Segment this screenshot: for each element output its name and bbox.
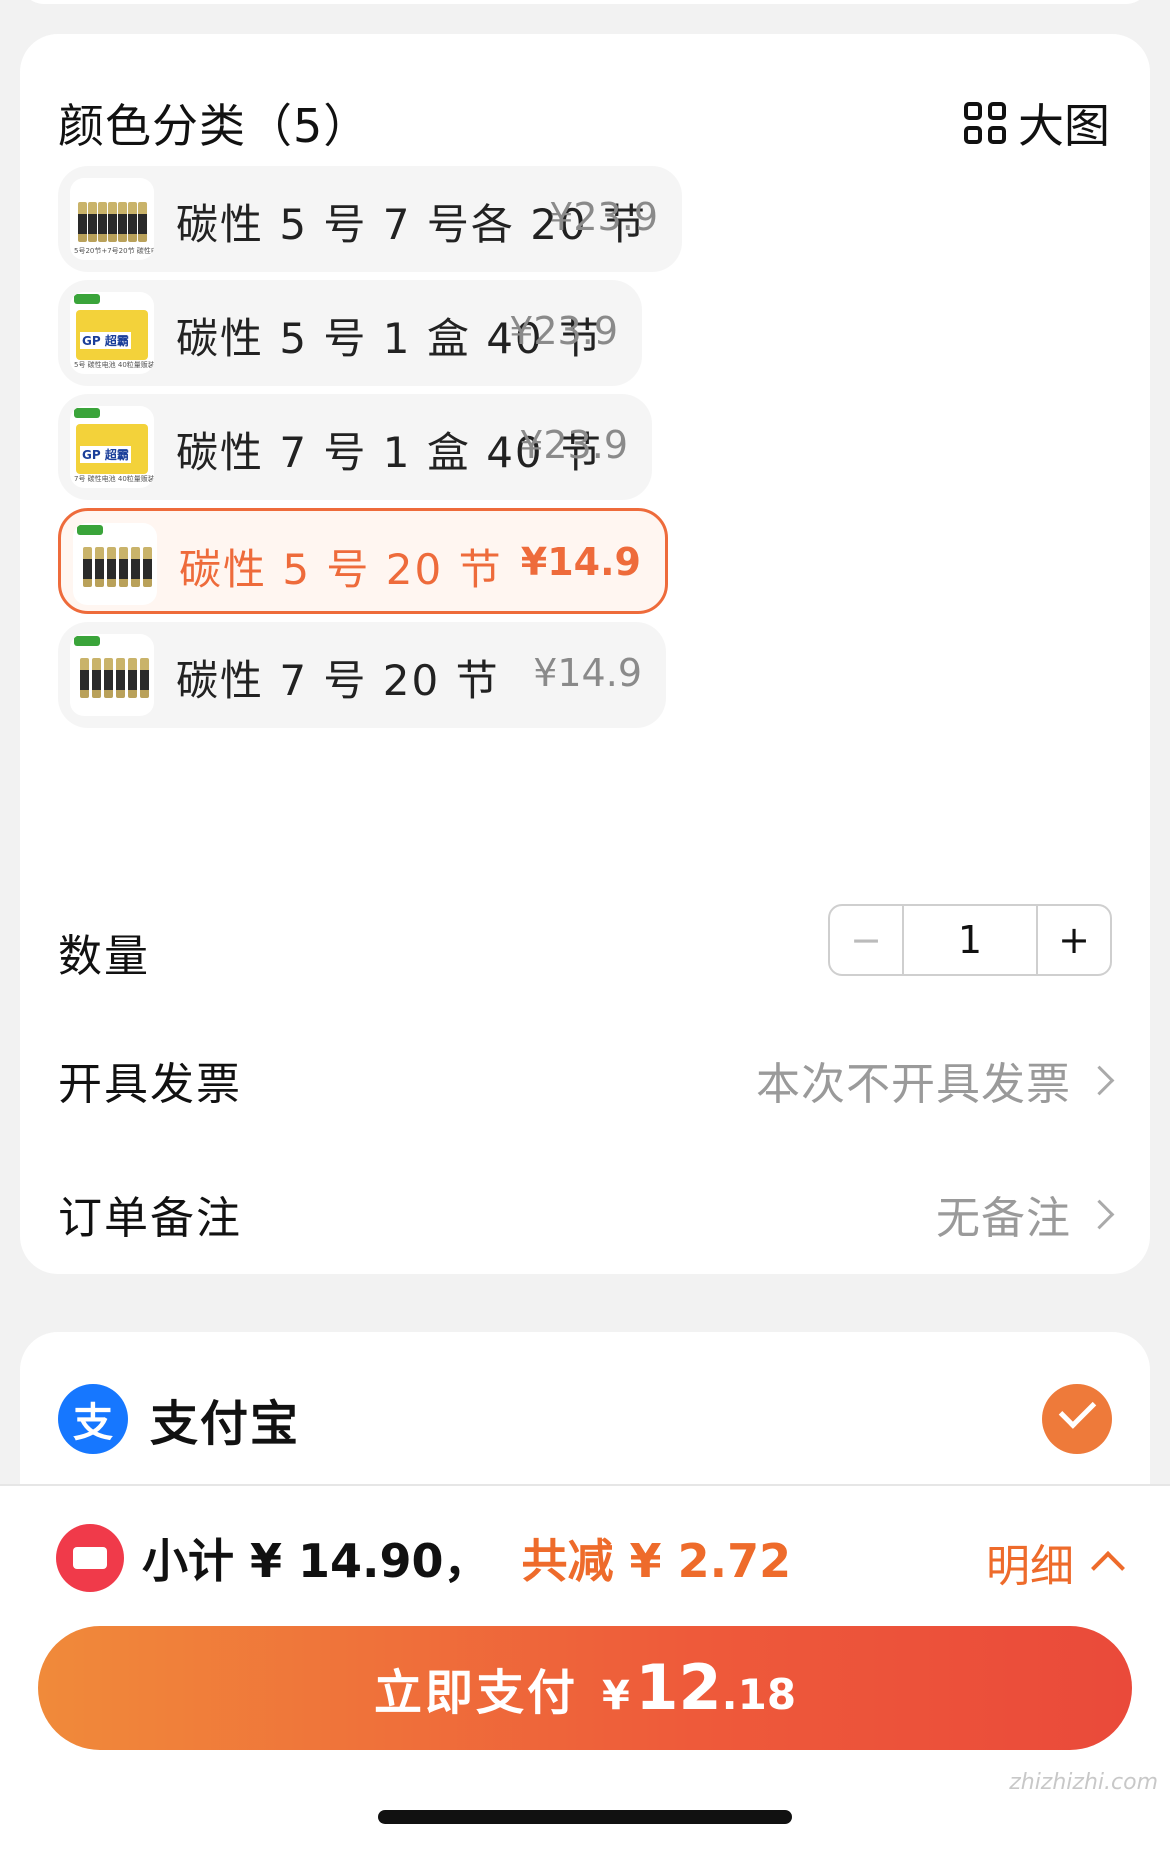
sku-option-price: ¥14.9 — [533, 651, 642, 695]
grid-icon — [964, 102, 1006, 144]
pay-amount: ¥ 12.18 — [601, 1651, 797, 1724]
sku-option-name: 碳性 7 号 20 节 — [176, 656, 500, 705]
thumb-caption: 7号 碳性电池 40粒量贩装 — [74, 475, 154, 483]
invoice-selector[interactable]: 本次不开具发票 — [756, 1048, 1115, 1112]
sku-option-name: 碳性 5 号 20 节 — [179, 545, 503, 594]
price-detail-button[interactable]: 明细 — [986, 1530, 1125, 1594]
detail-label: 明细 — [986, 1541, 1074, 1592]
quantity-value[interactable]: 1 — [904, 906, 1036, 974]
quantity-plus-button[interactable]: + — [1036, 906, 1110, 974]
quantity-label: 数量 — [58, 931, 150, 982]
price-summary: 小计 ¥ 14.90， 共减 ¥ 2.72 — [56, 1524, 791, 1592]
thumb-caption: 5号20节+7号20节 碳性电池 — [74, 247, 154, 255]
chevron-up-icon — [1091, 1551, 1125, 1585]
pay-button-label: 立即支付 — [373, 1665, 578, 1721]
alipay-icon: 支 — [58, 1384, 128, 1454]
saving-text: 共减 ¥ 2.72 — [521, 1534, 792, 1588]
big-view-button[interactable]: 大图 — [964, 90, 1110, 156]
quantity-stepper: − 1 + — [828, 904, 1112, 976]
product-thumbnail: 5号20节+7号20节 碳性电池 — [70, 178, 154, 260]
sku-option-price: ¥23.9 — [549, 195, 658, 239]
sku-option-price: ¥23.9 — [519, 423, 628, 467]
chevron-right-icon — [1084, 1065, 1115, 1095]
product-thumbnail: GP 超霸 5号 碳性电池 40粒量贩装 — [70, 292, 154, 374]
remark-selector[interactable]: 无备注 — [936, 1182, 1115, 1246]
previous-card-edge — [20, 0, 1150, 4]
sku-option-3[interactable]: GP 超霸 7号 碳性电池 40粒量贩装 碳性 7 号 1 盒 40 节 ¥23… — [58, 394, 652, 500]
invoice-value: 本次不开具发票 — [756, 1059, 1071, 1110]
sku-option-price: ¥23.9 — [509, 309, 618, 353]
checkout-bar: 小计 ¥ 14.90， 共减 ¥ 2.72 明细 立即支付 ¥ 12.18 — [0, 1484, 1170, 1849]
payment-method-name: 支付宝 — [150, 1396, 301, 1452]
pay-now-button[interactable]: 立即支付 ¥ 12.18 — [38, 1626, 1132, 1750]
invoice-label: 开具发票 — [58, 1059, 242, 1110]
big-view-label: 大图 — [1018, 99, 1110, 153]
thumb-caption: 5号 碳性电池 40粒量贩装 — [74, 361, 154, 369]
remark-label: 订单备注 — [58, 1193, 242, 1244]
sku-section-title: 颜色分类（5） — [58, 99, 371, 153]
remark-value: 无备注 — [936, 1193, 1071, 1244]
subtotal-text: 小计 ¥ 14.90， — [142, 1534, 490, 1588]
home-indicator — [378, 1810, 792, 1824]
sku-option-2[interactable]: GP 超霸 5号 碳性电池 40粒量贩装 碳性 5 号 1 盒 40 节 ¥23… — [58, 280, 642, 386]
product-thumbnail: GP 超霸 7号 碳性电池 40粒量贩装 — [70, 406, 154, 488]
product-thumbnail — [70, 634, 154, 716]
sku-option-4-selected[interactable]: 碳性 5 号 20 节 ¥14.9 — [58, 508, 668, 614]
payment-method-alipay[interactable]: 支 支付宝 — [58, 1384, 300, 1454]
watermark: zhizhizhi.com — [1009, 1770, 1158, 1795]
product-thumbnail — [73, 523, 157, 605]
coupon-icon — [56, 1524, 124, 1592]
checkmark-icon[interactable] — [1042, 1384, 1112, 1454]
sku-card: 颜色分类（5） 大图 5号20节+7号20节 碳性电池 碳性 5 号 7 号各 … — [20, 34, 1150, 1274]
chevron-right-icon — [1084, 1199, 1115, 1229]
quantity-minus-button[interactable]: − — [830, 906, 904, 974]
sku-option-price: ¥14.9 — [520, 540, 641, 584]
sku-option-1[interactable]: 5号20节+7号20节 碳性电池 碳性 5 号 7 号各 20 节 ¥23.9 — [58, 166, 682, 272]
sku-option-5[interactable]: 碳性 7 号 20 节 ¥14.9 — [58, 622, 666, 728]
